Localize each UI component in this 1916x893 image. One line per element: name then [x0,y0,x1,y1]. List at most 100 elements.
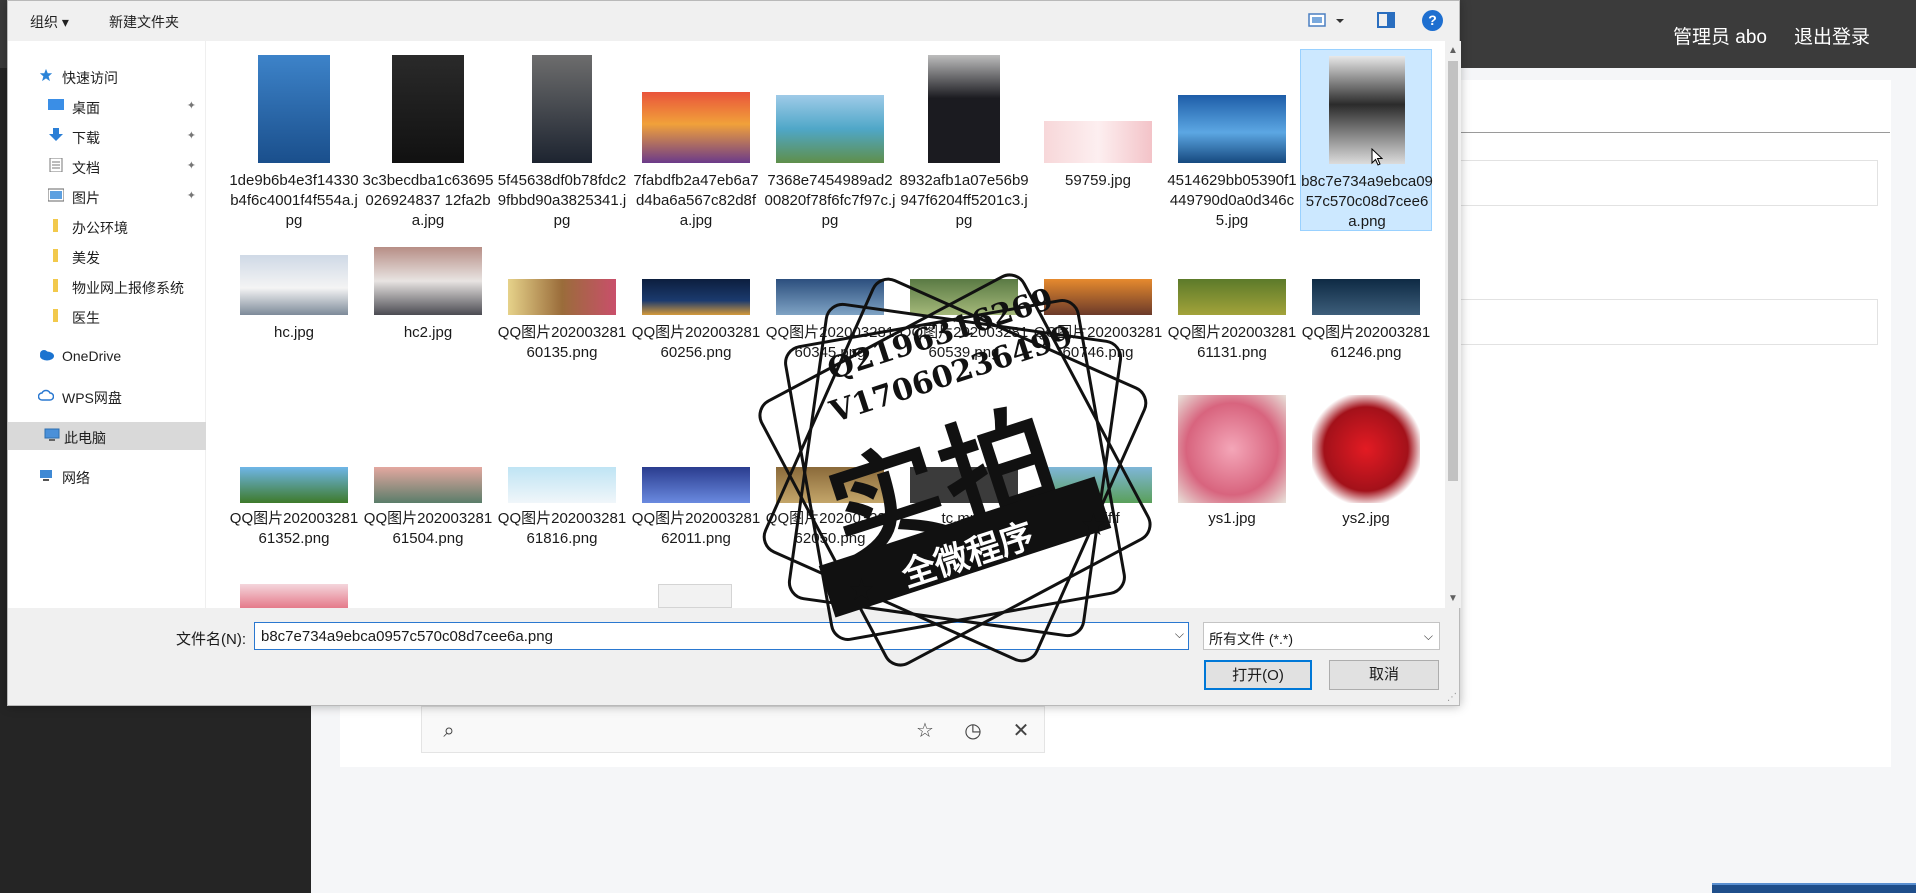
new-folder-button[interactable]: 新建文件夹 [109,12,179,32]
file-item[interactable]: ys2.jpg [1300,391,1432,573]
file-item[interactable]: QQ图片20200328161504.png [362,391,494,573]
scroll-thumb[interactable] [1448,61,1458,481]
file-thumbnail [1044,279,1152,315]
star-icon[interactable]: ☆ [912,718,938,744]
file-item[interactable]: QQ图片20200328161816.png [496,391,628,573]
dialog-toolbar: 组织 ▾ 新建文件夹 ? [8,1,1459,41]
filetype-value: 所有文件 (*.*) [1209,631,1293,647]
computer-icon [44,428,60,441]
file-item[interactable]: QQ图片20200328162050.png [764,391,896,573]
image-search-icon[interactable]: ⌕ [436,718,462,744]
file-thumbnail [928,55,1000,163]
mouse-cursor-icon [1371,148,1383,166]
nav-item-folder[interactable]: 医生 [8,302,206,330]
file-thumbnail [392,55,464,163]
view-mode-icon [1308,13,1344,27]
file-name: QQ图片20200328161504.png [363,510,493,547]
file-name: ys2.jpg [1342,510,1390,527]
file-item[interactable]: 59759.jpg [1032,49,1164,231]
clock-icon[interactable]: ◷ [960,718,986,744]
file-thumbnail [1178,279,1286,315]
file-name: QQ图片20200328160256.png [631,324,761,361]
file-thumbnail [1178,95,1286,163]
file-item[interactable]: 8932afb1a07e56b9947f6204ff5201c3.jpg [898,49,1030,231]
nav-item-desktop[interactable]: 桌面 ✦ [8,92,206,120]
file-item-selected[interactable]: b8c7e734a9ebca0957c570c08d7cee6a.png [1300,49,1433,231]
file-item[interactable]: 7368e7454989ad200820f78f6fc7f97c.jpg [764,49,896,231]
file-thumbnail [1044,467,1152,503]
nav-item-folder[interactable]: 办公环境 [8,212,206,240]
file-thumbnail [658,584,732,608]
filename-input[interactable]: b8c7e734a9ebca0957c570c08d7cee6a.png ⌵ [254,622,1189,650]
editor-toolbar: ⌕ ☆ ◷ ✕ [421,706,1045,753]
file-thumbnail [1178,395,1286,503]
file-item[interactable]: 7fabdfb2a47eb6a7d4ba6a567c82d8fa.jpg [630,49,762,231]
download-icon [49,128,63,141]
file-thumbnail [642,467,750,503]
nav-item-onedrive[interactable]: OneDrive [8,342,206,370]
form-input[interactable] [1460,299,1878,345]
file-thumbnail [508,467,616,503]
file-thumbnail [910,279,1018,315]
pictures-icon [48,188,64,202]
nav-item-documents[interactable]: 文档 ✦ [8,152,206,180]
file-thumbnail [1312,395,1420,503]
file-name: QQ图片20200328160746.png [1033,324,1163,361]
logout-link[interactable]: 退出登录 [1794,22,1870,49]
file-list: 1de9b6b4e3f14330b4f6c4001f4f554a.jpg 3c3… [208,41,1445,608]
file-item[interactable]: 1de9b6b4e3f14330b4f6c4001f4f554a.jpg [228,49,360,231]
organize-button[interactable]: 组织 ▾ [30,12,69,32]
file-item[interactable]: QQ图片20200328161352.png [228,391,360,573]
file-item[interactable]: QQ图片20200328162011.png [630,391,762,573]
cloud-icon [40,350,54,361]
folder-icon [53,249,58,262]
file-open-dialog: 组织 ▾ 新建文件夹 ? 快速访问 桌面 ✦ 下载 ✦ 文档 ✦ 图片 ✦ 办公… [7,0,1461,706]
open-button[interactable]: 打开(O) [1204,660,1312,690]
resize-grip-icon[interactable]: ⋰ [1447,692,1457,703]
file-item[interactable]: ting.ifif [1032,391,1164,573]
filetype-select[interactable]: 所有文件 (*.*) ⌵ [1203,622,1440,650]
nav-item-quick-access[interactable]: 快速访问 [8,62,206,90]
nav-item-pictures[interactable]: 图片 ✦ [8,182,206,210]
nav-item-folder[interactable]: 美发 [8,242,206,270]
file-thumbnail [240,584,348,608]
file-item[interactable]: 4514629bb05390f1449790d0a0d346c5.jpg [1166,49,1298,231]
tools-icon[interactable]: ✕ [1008,718,1034,744]
nav-item-label: 网络 [62,470,90,486]
nav-item-downloads[interactable]: 下载 ✦ [8,122,206,150]
view-mode-button[interactable] [1308,12,1348,30]
file-item[interactable]: 3c3becdba1c63695026924837 12fa2ba.jpg [362,49,494,231]
corner-button[interactable] [1712,883,1916,893]
file-item[interactable]: 5f45638df0b78fdc29fbbd90a3825341.jpg [496,49,628,231]
nav-item-label: 物业网上报修系统 [72,280,184,296]
file-item[interactable]: tc.mp4 [898,391,1030,573]
scroll-down-arrow-icon[interactable]: ▼ [1445,593,1461,604]
file-thumbnail [258,55,330,163]
cancel-button[interactable]: 取消 [1329,660,1439,690]
file-name: QQ图片20200328160135.png [497,324,627,361]
nav-item-wps-cloud[interactable]: WPS网盘 [8,382,206,410]
admin-name: 管理员 abo [1673,27,1767,48]
preview-pane-button[interactable] [1377,12,1395,28]
nav-item-folder[interactable]: 物业网上报修系统 [8,272,206,300]
file-name: 59759.jpg [1065,172,1131,189]
file-name: QQ图片20200328161352.png [229,510,359,547]
scroll-up-arrow-icon[interactable]: ▲ [1445,45,1461,56]
file-name: 7368e7454989ad200820f78f6fc7f97c.jpg [764,172,896,229]
nav-item-label: 医生 [72,310,100,326]
tab-underline [1460,132,1890,133]
pin-icon: ✦ [186,130,196,142]
file-name: QQ图片20200328161816.png [497,510,627,547]
chevron-down-icon[interactable]: ⌵ [1175,627,1184,642]
file-name: 1de9b6b4e3f14330b4f6c4001f4f554a.jpg [229,172,359,229]
file-name: QQ图片20200328160539.png [899,324,1029,361]
file-item[interactable]: ys1.jpg [1166,391,1298,573]
nav-item-network[interactable]: 网络 [8,462,206,490]
file-thumbnail [776,95,884,163]
navigation-pane: 快速访问 桌面 ✦ 下载 ✦ 文档 ✦ 图片 ✦ 办公环境 美发 物业网上报修系… [8,41,206,608]
nav-item-this-pc[interactable]: 此电脑 [8,422,206,450]
vertical-scrollbar[interactable]: ▲ ▼ [1445,41,1461,608]
form-input[interactable] [1460,160,1878,206]
help-button[interactable]: ? [1422,10,1443,31]
file-thumbnail [1329,56,1405,164]
